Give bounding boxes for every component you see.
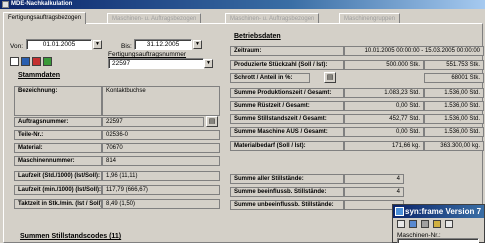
to-date-input[interactable]: 31.12.2005 bbox=[134, 39, 192, 50]
order-number-input[interactable]: 22597 bbox=[108, 58, 204, 69]
operating-label-unbeeinflussbar: Summe unbeeinflussb. Stillstände: bbox=[230, 200, 344, 210]
operating-value-stueckzahl-soll: 500.000 Stk. bbox=[344, 60, 424, 70]
master-value-auftragsnummer: 22597 bbox=[102, 117, 204, 127]
operating-label-beeinflussbar: Summe beeinflussb. Stillstände: bbox=[230, 187, 344, 197]
operating-label-materialbedarf: Materialbedarf (Soll / Ist): bbox=[230, 141, 344, 151]
operating-label-alle-stillstaende: Summe aller Stillstände: bbox=[230, 174, 344, 184]
save-icon[interactable] bbox=[21, 57, 30, 66]
window-title: MDE-Nachkalkulation bbox=[11, 1, 73, 7]
operating-value-stueckzahl-ist: 551.753 Stk. bbox=[424, 60, 484, 70]
master-label-laufzeit-std: Laufzeit (Std./1000) (Ist/Soll): bbox=[14, 171, 102, 181]
operating-value-maschine-aus-gesamt: 1.536,00 Std. bbox=[424, 127, 484, 137]
operating-value-alle-stillstaende: 4 bbox=[344, 174, 404, 184]
synframe-window[interactable]: syn:frame Version 7 Maschinen-Nr.: bbox=[392, 204, 485, 243]
master-value-maschinennummer: 814 bbox=[102, 156, 220, 166]
operating-label-stillstandszeit: Summe Stillstandszeit / Gesamt: bbox=[230, 114, 344, 124]
synframe-logo-icon bbox=[395, 207, 404, 216]
operating-value-stillstandszeit: 452,77 Std. bbox=[344, 114, 424, 124]
app-icon bbox=[2, 1, 9, 8]
synframe-title: syn:frame Version 7 bbox=[405, 207, 482, 216]
from-label: Von: bbox=[10, 43, 24, 50]
operating-value-zeitraum: 10.01.2005 00:00:00 - 15.03.2005 00:00:0… bbox=[344, 46, 484, 56]
synframe-toolbar bbox=[393, 218, 484, 229]
settings-icon[interactable] bbox=[445, 220, 453, 228]
to-date-dropdown-icon[interactable]: ▼ bbox=[193, 40, 202, 49]
scrap-detail-button[interactable]: ▤ bbox=[324, 72, 336, 83]
order-number-label: Fertigungsauftragsnummer bbox=[108, 51, 187, 58]
window-titlebar: MDE-Nachkalkulation bbox=[0, 0, 485, 9]
refresh-icon[interactable] bbox=[433, 220, 441, 228]
master-value-taktzeit: 8,49 (1,50) bbox=[102, 199, 220, 209]
master-label-maschinennummer: Maschinennummer: bbox=[14, 156, 102, 166]
master-value-material: 70670 bbox=[102, 143, 220, 153]
master-value-teile-nr: 02536-0 bbox=[102, 130, 220, 140]
tab-fertigungsauftragsbezogen[interactable]: Fertigungsauftragsbezogen bbox=[3, 12, 87, 24]
print-icon[interactable] bbox=[10, 57, 19, 66]
operating-value-produktionszeit-gesamt: 1.536,00 Std. bbox=[424, 88, 484, 98]
master-label-teile-nr: Teile-Nr.: bbox=[14, 130, 102, 140]
operating-label-produktionszeit: Summe Produktionszeit / Gesamt: bbox=[230, 88, 344, 98]
master-label-laufzeit-min: Laufzeit (min./1000) (Ist/Soll): bbox=[14, 185, 102, 195]
operating-value-maschine-aus: 0,00 Std. bbox=[344, 127, 424, 137]
operating-label-zeitraum: Zeitraum: bbox=[230, 46, 344, 56]
new-icon[interactable] bbox=[397, 220, 405, 228]
operating-value-ruestzeit: 0,00 Std. bbox=[344, 101, 424, 111]
synframe-titlebar[interactable]: syn:frame Version 7 bbox=[393, 205, 484, 218]
master-label-bezeichnung: Bezeichnung: bbox=[14, 86, 102, 116]
from-date-input[interactable]: 01.01.2005 bbox=[26, 39, 92, 50]
operating-value-materialbedarf-soll: 171,66 kg. bbox=[344, 141, 424, 151]
master-value-laufzeit-std: 1,96 (11,11) bbox=[102, 171, 220, 181]
master-value-bezeichnung: Kontaktbuchse bbox=[102, 86, 220, 116]
master-label-auftragsnummer: Auftragsnummer: bbox=[14, 117, 102, 127]
operating-value-ruestzeit-gesamt: 1.536,00 Std. bbox=[424, 101, 484, 111]
operating-label-schrott: Schrott / Anteil in %: bbox=[230, 73, 310, 83]
master-value-laufzeit-min: 117,79 (666,67) bbox=[102, 185, 220, 195]
operating-value-stillstandszeit-gesamt: 1.536,00 Std. bbox=[424, 114, 484, 124]
order-lookup-button[interactable]: ▤ bbox=[206, 116, 218, 127]
master-label-taktzeit: Taktzeit in Stk./min. (Ist / Soll) bbox=[14, 199, 102, 209]
operating-label-maschine-aus: Summe Maschine AUS / Gesamt: bbox=[230, 127, 344, 137]
copy-icon[interactable] bbox=[409, 220, 417, 228]
operating-label-ruestzeit: Summe Rüstzeit / Gesamt: bbox=[230, 101, 344, 111]
operating-label-stueckzahl: Produzierte Stückzahl (Soll / Ist): bbox=[230, 60, 344, 70]
grid-icon[interactable] bbox=[421, 220, 429, 228]
export-icon[interactable] bbox=[43, 57, 52, 66]
operating-data-title: Betriebsdaten bbox=[234, 33, 281, 40]
stop-codes-title: Summen Stillstandscodes (11) bbox=[20, 233, 122, 240]
operating-value-schrott: 68001 Stk. bbox=[424, 73, 484, 83]
synframe-machine-input[interactable] bbox=[397, 238, 479, 243]
operating-value-materialbedarf-ist: 363.300,00 kg. bbox=[424, 141, 484, 151]
order-number-dropdown-icon[interactable]: ▼ bbox=[204, 59, 213, 68]
to-label: Bis: bbox=[121, 43, 132, 50]
operating-value-produktionszeit: 1.083,23 Std. bbox=[344, 88, 424, 98]
from-date-dropdown-icon[interactable]: ▼ bbox=[93, 40, 102, 49]
chart-icon[interactable] bbox=[32, 57, 41, 66]
operating-value-beeinflussbar: 4 bbox=[344, 187, 404, 197]
master-data-title: Stammdaten bbox=[18, 72, 61, 79]
master-label-material: Material: bbox=[14, 143, 102, 153]
